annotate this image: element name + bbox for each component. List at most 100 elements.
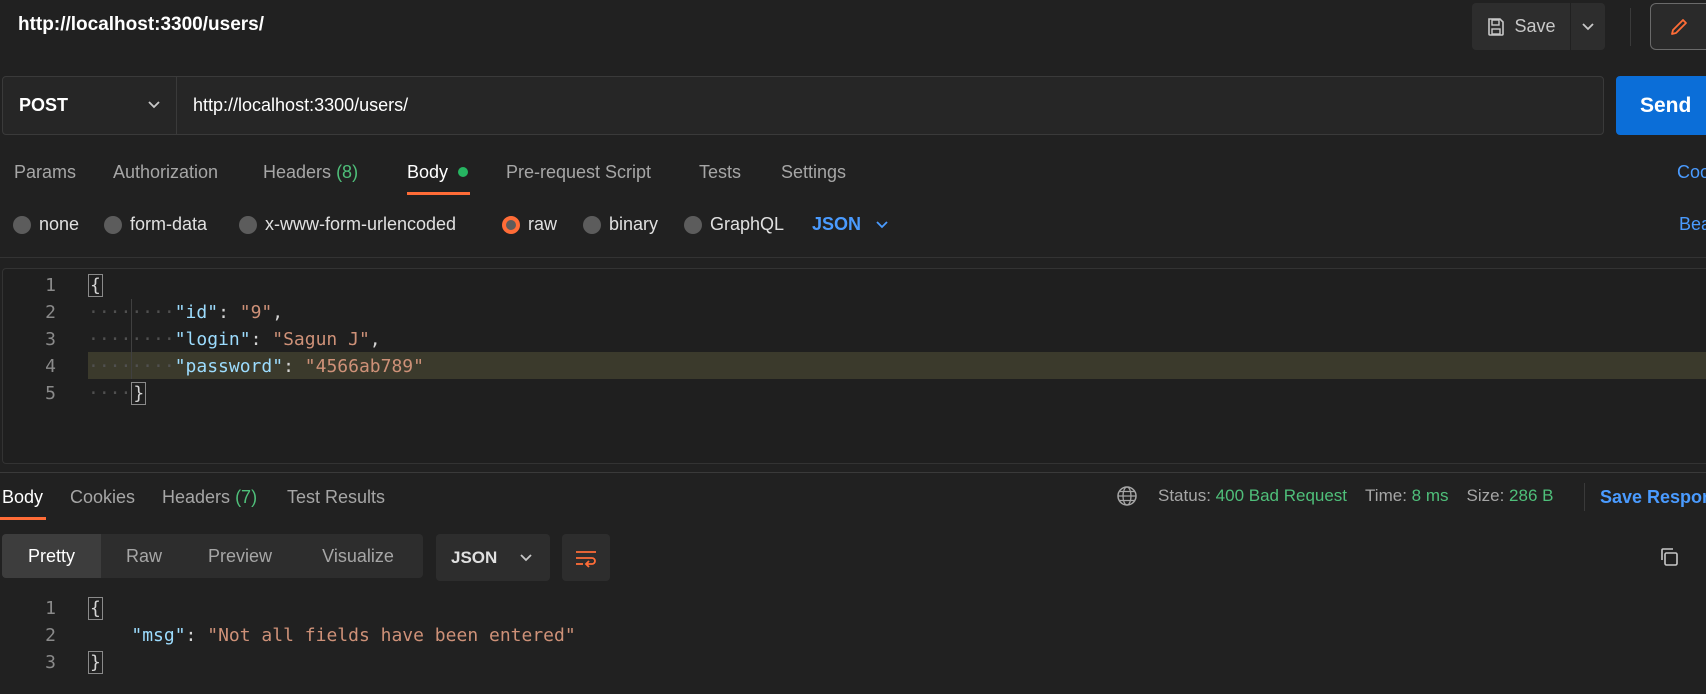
response-divider[interactable] xyxy=(0,472,1706,473)
status-label: Status: xyxy=(1158,486,1211,505)
response-tab-test-results[interactable]: Test Results xyxy=(287,487,385,508)
open-brace: { xyxy=(88,597,103,620)
headers-count-badge: (8) xyxy=(336,162,359,182)
status-value[interactable]: 400 Bad Request xyxy=(1216,486,1347,506)
response-tab-body[interactable]: Body xyxy=(2,487,43,508)
active-tab-indicator xyxy=(407,192,470,195)
wrap-lines-button[interactable] xyxy=(562,534,610,581)
copy-button[interactable] xyxy=(1656,544,1682,570)
open-brace: { xyxy=(88,274,103,297)
divider xyxy=(1584,483,1585,511)
response-status-bar: Status: 400 Bad Request Time: 8 ms Size:… xyxy=(1116,485,1553,507)
json-trail: , xyxy=(272,302,284,323)
size-label: Size: xyxy=(1466,486,1505,505)
divider xyxy=(0,257,1706,258)
response-tab-headers[interactable]: Headers (7) xyxy=(162,487,257,508)
json-key: "msg" xyxy=(131,625,186,646)
body-type-raw[interactable]: raw xyxy=(502,214,557,235)
response-format-select[interactable]: JSON xyxy=(436,534,550,581)
save-button[interactable]: Save xyxy=(1472,3,1570,50)
response-view-switcher: Pretty Raw Preview Visualize xyxy=(2,534,423,578)
time-value[interactable]: 8 ms xyxy=(1412,486,1449,506)
radio-label: GraphQL xyxy=(710,214,785,234)
url-input[interactable]: http://localhost:3300/users/ xyxy=(193,95,408,116)
toolbar-divider xyxy=(1630,8,1631,46)
json-value: "9" xyxy=(239,302,273,323)
tab-pre-request-script[interactable]: Pre-request Script xyxy=(506,162,651,183)
line-number: 1 xyxy=(45,275,56,296)
chevron-down-icon xyxy=(148,101,160,109)
body-type-graphql[interactable]: GraphQL xyxy=(684,214,784,235)
json-key: "password" xyxy=(174,356,284,377)
edit-button[interactable] xyxy=(1650,3,1706,50)
active-tab-indicator xyxy=(0,517,46,520)
line-number: 2 xyxy=(45,625,56,646)
radio-icon xyxy=(684,215,702,234)
pencil-icon xyxy=(1670,18,1687,35)
tab-authorization[interactable]: Authorization xyxy=(113,162,218,183)
wrap-lines-icon xyxy=(576,550,596,568)
body-type-urlencoded[interactable]: x-www-form-urlencoded xyxy=(239,214,456,235)
body-type-form-data[interactable]: form-data xyxy=(104,214,207,235)
body-format-select[interactable]: JSON xyxy=(812,214,889,235)
chevron-down-icon xyxy=(520,553,532,561)
json-key: "id" xyxy=(174,302,219,323)
save-response-button[interactable]: Save Respor xyxy=(1600,487,1706,508)
body-type-binary[interactable]: binary xyxy=(583,214,658,235)
json-value: "4566ab789" xyxy=(304,356,424,377)
tab-body[interactable]: Body xyxy=(407,162,448,183)
response-tab-headers-label: Headers xyxy=(162,487,231,507)
close-brace: } xyxy=(88,651,103,674)
code-line: ········"login": "Sagun J", xyxy=(88,329,381,350)
method-select[interactable]: POST xyxy=(3,77,177,134)
chevron-down-icon xyxy=(1582,22,1594,30)
view-visualize[interactable]: Visualize xyxy=(293,534,423,578)
json-value: "Not all fields have been entered" xyxy=(207,625,576,646)
radio-icon xyxy=(583,215,601,234)
code-line: ········"id": "9", xyxy=(88,302,284,323)
body-type-none[interactable]: none xyxy=(13,214,79,235)
json-value: "Sagun J" xyxy=(272,329,370,350)
save-options-button[interactable] xyxy=(1571,3,1605,50)
tab-headers[interactable]: Headers (8) xyxy=(263,162,358,183)
size-value[interactable]: 286 B xyxy=(1509,486,1553,506)
save-button-group[interactable]: Save xyxy=(1472,3,1605,50)
line-number: 3 xyxy=(45,329,56,350)
body-format-label: JSON xyxy=(812,214,862,234)
radio-icon xyxy=(13,215,31,234)
tab-params[interactable]: Params xyxy=(14,162,76,183)
radio-label: binary xyxy=(609,214,659,234)
line-number: 2 xyxy=(45,302,56,323)
tab-tests[interactable]: Tests xyxy=(699,162,741,183)
save-label: Save xyxy=(1514,16,1556,36)
request-title[interactable]: http://localhost:3300/users/ xyxy=(18,14,264,36)
save-icon xyxy=(1488,17,1505,36)
view-preview[interactable]: Preview xyxy=(187,534,293,578)
beautify-link[interactable]: Bea xyxy=(1679,214,1706,235)
headers-count-badge: (7) xyxy=(235,487,258,507)
tab-headers-label: Headers xyxy=(263,162,332,182)
radio-label: none xyxy=(39,214,80,234)
tab-settings[interactable]: Settings xyxy=(781,162,846,183)
radio-icon xyxy=(239,215,257,234)
view-raw[interactable]: Raw xyxy=(101,534,187,578)
code-line: "msg": "Not all fields have been entered… xyxy=(131,625,576,646)
globe-icon[interactable] xyxy=(1116,485,1138,507)
chevron-down-icon xyxy=(876,220,888,228)
request-url-bar: POST http://localhost:3300/users/ xyxy=(2,76,1604,135)
response-format-label: JSON xyxy=(451,547,498,567)
code-line: { xyxy=(88,274,103,297)
response-tab-cookies[interactable]: Cookies xyxy=(70,487,135,508)
json-key: "login" xyxy=(174,329,251,350)
time-label: Time: xyxy=(1365,486,1407,505)
code-line: { xyxy=(88,597,103,620)
line-number: 1 xyxy=(45,598,56,619)
code-snippet-link[interactable]: Coo xyxy=(1677,162,1706,183)
view-pretty[interactable]: Pretty xyxy=(2,534,101,578)
radio-selected-icon xyxy=(502,215,520,234)
send-button[interactable]: Send xyxy=(1616,76,1706,135)
copy-icon xyxy=(1661,548,1678,566)
close-brace: } xyxy=(131,382,147,405)
code-line: } xyxy=(88,651,103,674)
line-number: 4 xyxy=(45,356,56,377)
